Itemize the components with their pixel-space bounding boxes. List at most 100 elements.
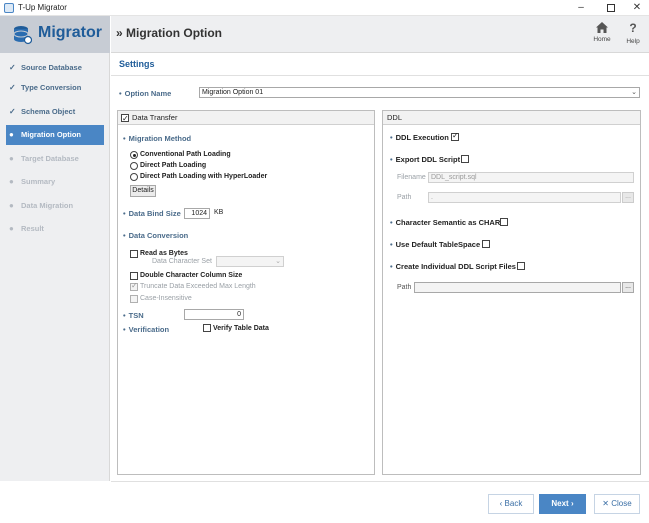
bullet-icon: ● — [9, 201, 14, 210]
minimize-button[interactable]: – — [566, 0, 596, 16]
bullet-icon: ● — [9, 154, 14, 163]
path2-input[interactable] — [414, 282, 621, 293]
radio-direct-path[interactable] — [130, 162, 138, 170]
truncate-data-label: Truncate Data Exceeded Max Length — [140, 283, 256, 290]
conventional-path-label: Conventional Path Loading — [140, 151, 231, 158]
sidebar-item-label: Target Database — [21, 154, 79, 163]
double-char-column-checkbox[interactable] — [130, 272, 138, 280]
divider — [111, 75, 649, 76]
sidebar-item-source-database[interactable]: ✓ Source Database — [6, 58, 104, 78]
bullet-icon: ● — [9, 224, 14, 233]
filename-label: Filename — [397, 174, 426, 181]
sidebar-item-data-migration: ● Data Migration — [6, 196, 104, 216]
sidebar-item-label: Result — [21, 224, 44, 233]
help-button[interactable]: ? Help — [620, 21, 646, 45]
export-ddl-script-label: • Export DDL Script — [390, 155, 461, 164]
check-icon: ✓ — [9, 83, 16, 92]
sidebar-item-target-database: ● Target Database — [6, 149, 104, 169]
path-label: Path — [397, 194, 412, 201]
chevron-down-icon: ⌄ — [631, 89, 637, 96]
data-transfer-label: Data Transfer — [132, 113, 178, 122]
verify-table-data-label: Verify Table Data — [213, 325, 269, 332]
individual-scripts-label: • Create Individual DDL Script Files — [390, 262, 516, 271]
page-title: » Migration Option — [116, 26, 222, 40]
bullet-icon: ● — [9, 177, 14, 186]
logo: Migrator — [0, 16, 110, 53]
data-bind-size-input[interactable]: 1024 — [184, 208, 210, 219]
data-conversion-label: • Data Conversion — [123, 231, 189, 240]
path-browse-button: ... — [622, 192, 634, 203]
sidebar-item-label: Source Database — [21, 63, 82, 72]
case-insensitive-label: Case-Insensitive — [140, 295, 192, 302]
help-label: Help — [626, 38, 640, 45]
option-name-label: • Option Name — [119, 89, 172, 98]
read-as-bytes-label: Read as Bytes — [140, 250, 188, 257]
sidebar-item-schema-object[interactable]: ✓ Schema Object — [6, 102, 104, 122]
direct-path-hyperloader-label: Direct Path Loading with HyperLoader — [140, 173, 268, 180]
truncate-data-checkbox — [130, 281, 138, 291]
path2-label: Path — [397, 284, 412, 291]
sidebar-item-migration-option[interactable]: ● Migration Option — [6, 125, 104, 145]
details-button[interactable]: Details — [130, 185, 156, 197]
home-icon — [596, 22, 608, 33]
help-icon: ? — [629, 21, 637, 35]
individual-scripts-checkbox[interactable] — [517, 262, 525, 270]
export-ddl-script-checkbox[interactable] — [461, 155, 469, 163]
case-insensitive-checkbox — [130, 295, 138, 303]
divider — [111, 481, 649, 482]
logo-text: Migrator — [38, 24, 102, 41]
close-window-button[interactable]: ✕ — [622, 0, 649, 16]
sidebar-item-label: Data Migration — [21, 201, 74, 210]
tsn-label: • TSN — [123, 311, 144, 320]
app-icon — [4, 3, 14, 13]
option-name-select[interactable]: Migration Option 01 ⌄ — [199, 87, 640, 98]
back-button[interactable]: ‹ Back — [488, 494, 534, 514]
sidebar-item-label: Migration Option — [21, 130, 81, 139]
data-character-set-select: ⌄ — [216, 256, 284, 267]
path2-browse-button[interactable]: ... — [622, 282, 634, 293]
verification-label: • Verification — [123, 325, 170, 334]
ddl-execution-label: • DDL Execution — [390, 133, 449, 142]
chevron-down-icon: ⌄ — [275, 258, 281, 265]
sidebar: Migrator ✓ Source Database ✓ Type Conver… — [0, 16, 110, 481]
data-transfer-checkbox[interactable] — [121, 112, 129, 125]
sidebar-item-summary: ● Summary — [6, 172, 104, 192]
ddl-header: DDL — [383, 111, 640, 125]
sidebar-item-type-conversion[interactable]: ✓ Type Conversion — [6, 78, 104, 98]
window-titlebar: T-Up Migrator – ✕ — [0, 0, 649, 16]
tsn-input[interactable]: 0 — [184, 309, 244, 320]
verify-table-data-checkbox[interactable] — [203, 324, 211, 332]
sidebar-item-result: ● Result — [6, 219, 104, 239]
close-button[interactable]: ✕ Close — [594, 494, 640, 514]
char-semantic-checkbox[interactable] — [500, 218, 508, 226]
data-transfer-header: Data Transfer — [118, 111, 374, 125]
check-icon: ✓ — [9, 63, 16, 72]
sidebar-item-label: Summary — [21, 177, 56, 186]
next-button[interactable]: Next › — [539, 494, 586, 514]
home-label: Home — [593, 36, 611, 43]
data-bind-size-label: • Data Bind Size — [123, 209, 181, 218]
data-bind-size-unit: KB — [214, 209, 224, 216]
settings-title: Settings — [119, 59, 155, 69]
radio-conventional-path[interactable] — [130, 151, 138, 159]
window-title: T-Up Migrator — [18, 3, 67, 12]
radio-direct-path-hyperloader[interactable] — [130, 173, 138, 181]
ddl-execution-checkbox[interactable] — [451, 131, 459, 141]
sidebar-item-label: Schema Object — [21, 107, 76, 116]
data-character-set-label: Data Character Set — [152, 258, 212, 265]
char-semantic-label: • Character Semantic as CHAR — [390, 218, 501, 227]
default-tablespace-label: • Use Default TableSpace — [390, 240, 481, 249]
check-icon: ✓ — [9, 107, 16, 116]
migration-method-label: • Migration Method — [123, 134, 192, 143]
sidebar-item-label: Type Conversion — [21, 83, 82, 92]
double-char-column-label: Double Character Column Size — [140, 272, 243, 279]
page-title-text: Migration Option — [126, 26, 223, 40]
maximize-icon — [607, 4, 615, 12]
default-tablespace-checkbox[interactable] — [482, 240, 490, 248]
bullet-icon: ● — [9, 130, 14, 139]
page-header: » Migration Option Home ? Help — [111, 16, 649, 53]
read-as-bytes-checkbox[interactable] — [130, 250, 138, 258]
option-name-value: Migration Option 01 — [202, 89, 264, 96]
direct-path-label: Direct Path Loading — [140, 162, 207, 169]
home-button[interactable]: Home — [589, 21, 615, 43]
